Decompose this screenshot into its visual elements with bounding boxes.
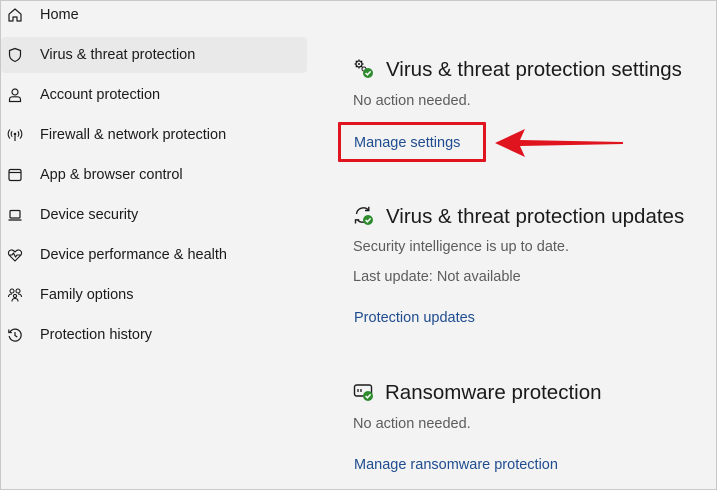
app-window-icon <box>6 166 24 184</box>
sidebar-item-label: Device security <box>40 207 139 223</box>
sidebar-item-label: Firewall & network protection <box>40 127 227 143</box>
settings-section-title: Virus & threat protection settings <box>386 58 682 81</box>
ransomware-status-text: No action needed. <box>353 416 471 432</box>
sidebar-item-label: Device performance & health <box>40 247 227 263</box>
sidebar-item-device-performance[interactable]: Device performance & health <box>1 237 307 273</box>
drive-check-icon <box>353 384 373 401</box>
sidebar-item-home[interactable]: Home <box>1 1 307 33</box>
family-icon <box>6 286 24 304</box>
shield-icon <box>6 46 24 64</box>
protection-updates-link[interactable]: Protection updates <box>354 310 475 326</box>
refresh-check-icon <box>354 206 373 225</box>
red-arrow-annotation <box>495 129 623 157</box>
sidebar: Home Virus & threat protection Account p… <box>1 1 313 489</box>
updates-status-text: Security intelligence is up to date. <box>353 239 570 255</box>
manage-ransomware-protection-link[interactable]: Manage ransomware protection <box>354 457 558 473</box>
person-icon <box>6 86 24 104</box>
sidebar-item-label: Account protection <box>40 87 161 103</box>
laptop-icon <box>6 206 24 224</box>
last-update-text: Last update: Not available <box>353 269 521 285</box>
highlight-box <box>338 122 486 162</box>
updates-section-title: Virus & threat protection updates <box>386 205 685 228</box>
sidebar-item-firewall[interactable]: Firewall & network protection <box>1 117 307 153</box>
window: Home Virus & threat protection Account p… <box>0 0 717 490</box>
gear-check-icon <box>354 59 373 78</box>
sidebar-item-account-protection[interactable]: Account protection <box>1 77 307 113</box>
sidebar-item-label: Protection history <box>40 327 153 343</box>
sidebar-item-device-security[interactable]: Device security <box>1 197 307 233</box>
sidebar-item-label: App & browser control <box>40 167 183 183</box>
sidebar-item-family-options[interactable]: Family options <box>1 277 307 313</box>
history-icon <box>6 326 24 344</box>
home-icon <box>6 6 24 24</box>
sidebar-item-label: Family options <box>40 287 134 303</box>
heartbeat-icon <box>6 246 24 264</box>
sidebar-item-label: Virus & threat protection <box>40 47 196 63</box>
sidebar-item-label: Home <box>40 7 79 23</box>
cropped-content <box>358 0 478 3</box>
ransomware-section-title: Ransomware protection <box>385 381 602 404</box>
settings-status-text: No action needed. <box>353 93 471 109</box>
sidebar-item-protection-history[interactable]: Protection history <box>1 317 307 353</box>
sidebar-item-app-browser-control[interactable]: App & browser control <box>1 157 307 193</box>
antenna-icon <box>6 126 24 144</box>
sidebar-item-virus-threat-protection[interactable]: Virus & threat protection <box>1 37 307 73</box>
